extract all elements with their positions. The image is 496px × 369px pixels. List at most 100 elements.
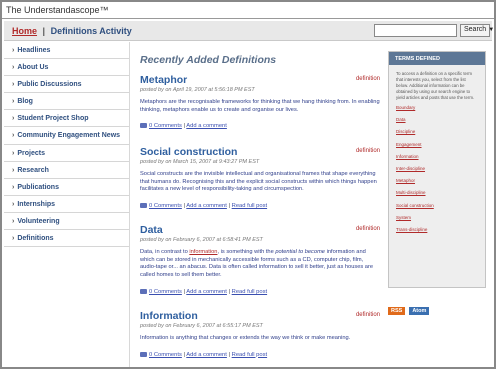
read-full-post-link[interactable]: Read full post — [232, 352, 267, 358]
search-button-label: Search — [464, 26, 487, 33]
comments-link[interactable]: 0 Comments — [149, 352, 182, 358]
chevron-right-icon: › — [12, 81, 15, 89]
read-full-post-link[interactable]: Read full post — [232, 289, 267, 295]
chevron-right-icon: › — [12, 115, 15, 123]
chevron-right-icon: › — [12, 200, 15, 208]
sidebar-item-projects[interactable]: › Projects — [4, 145, 129, 162]
add-comment-link[interactable]: Add a comment — [186, 123, 227, 129]
chevron-right-icon: › — [12, 166, 15, 174]
comments-link[interactable]: 0 Comments — [149, 203, 182, 209]
sidebar-item-label: Community Engagement News — [17, 132, 121, 140]
post-title[interactable]: Metaphor — [140, 74, 380, 86]
comments-link[interactable]: 0 Comments — [149, 123, 182, 129]
breadcrumb: Home | Definitions Activity — [12, 26, 132, 36]
term-link[interactable]: Engagement — [389, 142, 485, 154]
sidebar-item-label: Student Project Shop — [17, 115, 89, 123]
main-content: Recently Added Definitions Metaphor defi… — [132, 42, 382, 367]
term-link[interactable]: Boundary — [389, 105, 485, 117]
sidebar-item-student-project-shop[interactable]: › Student Project Shop — [4, 110, 129, 128]
post-meta: posted by on February 6, 2007 at 6:55:17… — [140, 323, 263, 329]
post-title[interactable]: Information — [140, 310, 380, 322]
sidebar-item-label: About Us — [17, 64, 49, 72]
sidebar-item-blog[interactable]: › Blog — [4, 93, 129, 111]
post-body: Social constructs are the invisible inte… — [140, 171, 377, 193]
sidebar-item-research[interactable]: › Research — [4, 162, 129, 179]
sidebar-item-label: Blog — [17, 98, 33, 106]
chevron-right-icon: › — [12, 98, 15, 106]
term-link[interactable]: Multi-discipline — [389, 190, 485, 202]
browser-window: The Understandascope™ Home | Definitions… — [0, 0, 496, 369]
post-category[interactable]: definition — [356, 148, 380, 154]
post-title[interactable]: Social construction — [140, 146, 380, 158]
breadcrumb-current: Definitions Activity — [50, 26, 132, 36]
sidebar-item-label: Definitions — [17, 235, 54, 243]
chevron-right-icon: › — [12, 132, 15, 140]
chevron-right-icon: › — [12, 183, 15, 191]
comment-icon — [140, 288, 147, 294]
home-link[interactable]: Home — [12, 26, 37, 36]
information-link[interactable]: information — [189, 249, 217, 255]
breadcrumb-separator: | — [42, 26, 46, 36]
post-category[interactable]: definition — [356, 312, 380, 318]
term-link[interactable]: Data — [389, 117, 485, 129]
sidebar-item-about-us[interactable]: › About Us — [4, 59, 129, 77]
sidebar-nav: › Headlines › About Us › Public Discussions… — [4, 42, 130, 367]
post-meta: posted by on March 15, 2007 at 9:43:27 P… — [140, 159, 260, 165]
post-data: Data definition posted by on February 6,… — [140, 224, 380, 295]
sidebar-item-label: Headlines — [17, 47, 51, 54]
sidebar-item-headlines[interactable]: › Headlines — [4, 42, 129, 60]
comment-icon — [140, 351, 147, 357]
sidebar-item-label: Projects — [17, 149, 45, 157]
post-actions: 0 Comments | Add a comment | Read full p… — [140, 288, 380, 295]
sidebar-item-publications[interactable]: › Publications — [4, 179, 129, 196]
rss-feed-button[interactable]: RSS — [388, 307, 406, 315]
sidebar-item-public-discussions[interactable]: › Public Discussions — [4, 76, 129, 94]
term-link[interactable]: Social construction — [389, 203, 485, 215]
post-body-emphasis: potential to become — [275, 249, 325, 255]
page-title: Recently Added Definitions — [140, 54, 277, 66]
post-body-text: , is something with the — [217, 249, 276, 255]
chevron-right-icon: › — [12, 64, 15, 72]
atom-feed-button[interactable]: Atom — [409, 307, 430, 315]
search-button[interactable]: Search ▼ — [460, 24, 494, 37]
term-link[interactable]: System — [389, 215, 485, 227]
post-meta: posted by on April 19, 2007 at 5:56:18 P… — [140, 87, 255, 93]
term-link[interactable]: Trans-discipline — [389, 227, 485, 239]
sidebar-item-label: Volunteering — [17, 217, 60, 225]
term-link[interactable]: Information — [389, 154, 485, 166]
post-title[interactable]: Data — [140, 224, 380, 236]
sidebar-item-internships[interactable]: › Internships — [4, 196, 129, 213]
post-category[interactable]: definition — [356, 226, 380, 232]
sidebar-item-label: Publications — [17, 183, 59, 191]
read-full-post-link[interactable]: Read full post — [232, 203, 267, 209]
post-category[interactable]: definition — [356, 76, 380, 82]
post-social-construction: Social construction definition posted by… — [140, 146, 380, 209]
add-comment-link[interactable]: Add a comment — [186, 289, 227, 295]
sidebar-item-label: Public Discussions — [17, 81, 82, 89]
add-comment-link[interactable]: Add a comment — [186, 203, 227, 209]
chevron-right-icon: › — [12, 235, 15, 243]
add-comment-link[interactable]: Add a comment — [186, 352, 227, 358]
comments-link[interactable]: 0 Comments — [149, 289, 182, 295]
chevron-right-icon: › — [12, 149, 15, 157]
sidebar-item-label: Research — [17, 166, 49, 174]
term-link[interactable]: Discipline — [389, 129, 485, 141]
term-link[interactable]: Inter-discipline — [389, 166, 485, 178]
panel-description: To access a definition on a specific ter… — [396, 71, 475, 101]
post-actions: 0 Comments | Add a comment | Read full p… — [140, 203, 380, 209]
post-information: Information definition posted by on Febr… — [140, 310, 380, 358]
post-body: Data, in contrast to information, is som… — [140, 249, 380, 280]
right-column: TERMS DEFINED To access a definition on … — [388, 51, 486, 288]
sidebar-item-definitions[interactable]: › Definitions — [4, 230, 129, 248]
term-link[interactable]: Metaphor — [389, 178, 485, 190]
feed-badges: RSS Atom — [388, 299, 433, 317]
post-body: Metaphors are the recognisable framework… — [140, 99, 380, 113]
sidebar-item-volunteering[interactable]: › Volunteering — [4, 213, 129, 231]
chevron-right-icon: › — [12, 217, 15, 225]
comment-icon — [140, 203, 147, 209]
post-metaphor: Metaphor definition posted by on April 1… — [140, 74, 380, 129]
comment-icon — [140, 123, 147, 129]
search-input[interactable] — [374, 24, 457, 37]
sidebar-item-community-engagement-news[interactable]: › Community Engagement News — [4, 127, 129, 145]
chevron-down-icon: ▼ — [488, 27, 495, 33]
